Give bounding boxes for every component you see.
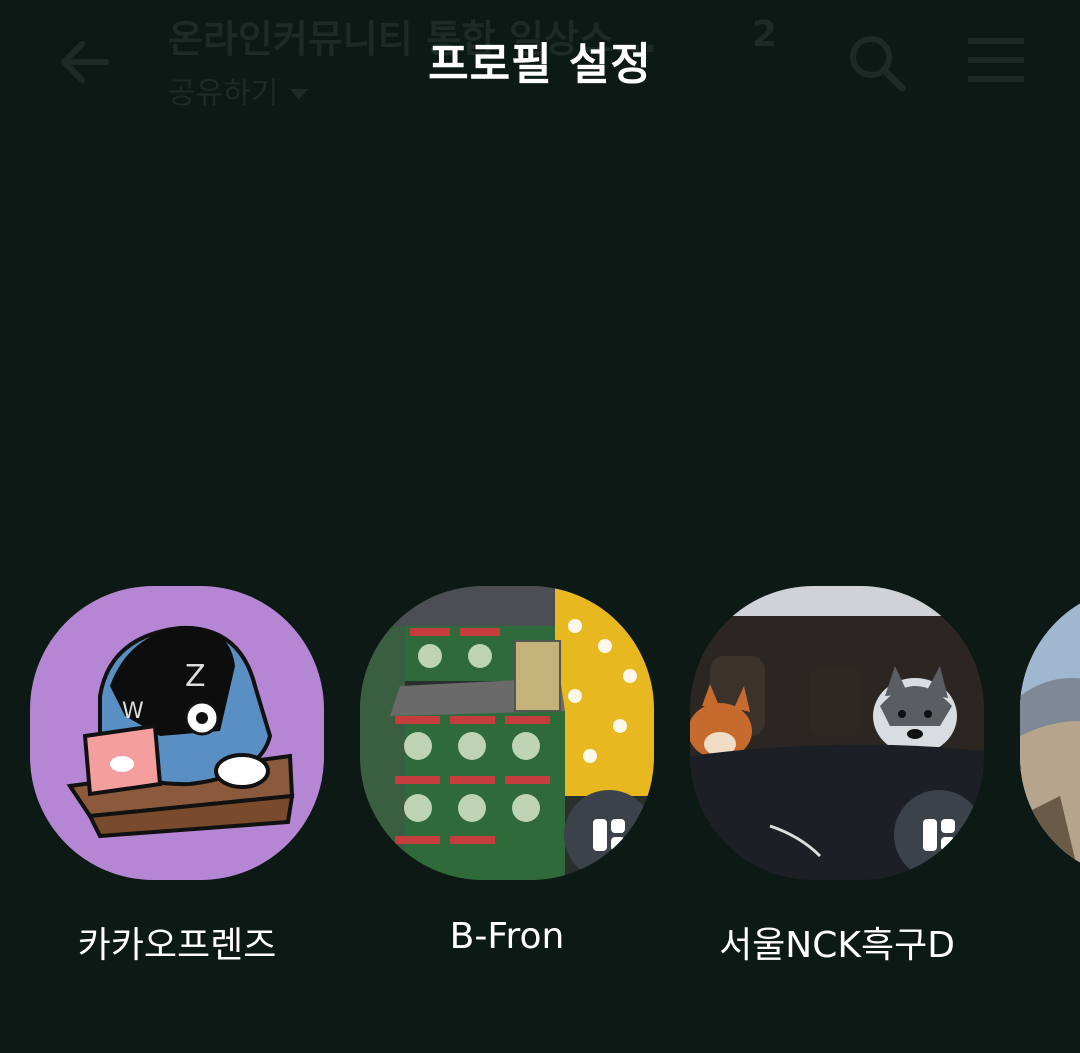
profile-name: 서울NCK흑구D <box>719 925 955 966</box>
profile-carousel[interactable]: Z W 카카오프렌즈 B-Fron 서울NCK흑구D <box>0 586 1080 986</box>
profile-item-kakao-friends[interactable]: Z W 카카오프렌즈 <box>30 586 324 966</box>
profile-avatar[interactable] <box>690 586 984 880</box>
profile-avatar[interactable] <box>1020 586 1080 880</box>
group-profile-badge <box>894 790 984 880</box>
profile-item-b-fron[interactable]: B-Fron <box>360 586 654 957</box>
group-profile-badge <box>564 790 654 880</box>
profile-name: 카카오프렌즈 <box>77 925 277 966</box>
grid-icon <box>923 819 955 851</box>
svg-text:W: W <box>122 699 144 724</box>
kakao-ryan-illustration: Z W <box>66 625 295 839</box>
page-title: 프로필 설정 <box>428 39 652 90</box>
mountain-photo <box>1020 586 1080 880</box>
grid-icon <box>593 819 625 851</box>
profile-avatar[interactable] <box>360 586 654 880</box>
profile-item-seoul-nck[interactable]: 서울NCK흑구D <box>690 586 984 966</box>
svg-text:Z: Z <box>185 659 206 694</box>
profile-avatar[interactable]: Z W <box>30 586 324 880</box>
profile-name: B-Fron <box>449 916 565 957</box>
profile-item-mountain[interactable] <box>1020 586 1080 880</box>
